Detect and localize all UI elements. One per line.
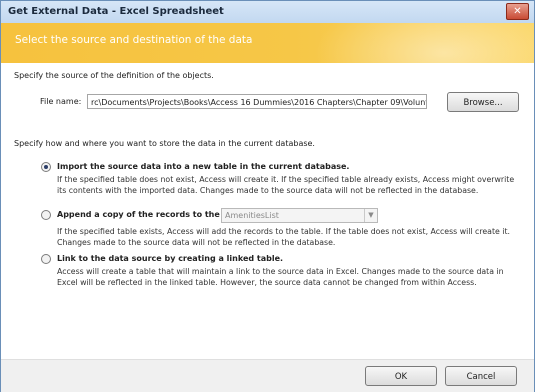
append-table-combo[interactable]: AmenitiesList ▼ bbox=[221, 208, 378, 223]
dialog-footer: OK Cancel bbox=[1, 359, 534, 392]
source-instruction: Specify the source of the definition of … bbox=[14, 71, 214, 80]
cancel-button[interactable]: Cancel bbox=[445, 366, 517, 386]
link-option-description: Access will create a table that will mai… bbox=[57, 267, 504, 287]
import-option-label[interactable]: Import the source data into a new table … bbox=[57, 162, 349, 171]
link-option-label[interactable]: Link to the data source by creating a li… bbox=[57, 254, 283, 263]
append-option-description: If the specified table exists, Access wi… bbox=[57, 227, 510, 247]
banner-decoration bbox=[314, 23, 534, 63]
title-bar[interactable]: Get External Data - Excel Spreadsheet ✕ bbox=[1, 1, 534, 23]
ok-button[interactable]: OK bbox=[365, 366, 437, 386]
append-radio[interactable] bbox=[41, 210, 51, 220]
banner-title: Select the source and destination of the… bbox=[15, 34, 253, 46]
link-radio[interactable] bbox=[41, 254, 51, 264]
window-title: Get External Data - Excel Spreadsheet bbox=[8, 6, 224, 17]
file-name-input[interactable]: rc\Documents\Projects\Books\Access 16 Du… bbox=[87, 94, 427, 109]
import-radio[interactable] bbox=[41, 162, 51, 172]
storage-instruction: Specify how and where you want to store … bbox=[14, 139, 315, 148]
file-name-label: File name: bbox=[40, 97, 82, 106]
append-table-value: AmenitiesList bbox=[225, 211, 279, 220]
dialog-content: Specify the source of the definition of … bbox=[1, 63, 534, 359]
import-option-description: If the specified table does not exist, A… bbox=[57, 175, 515, 195]
close-icon: ✕ bbox=[513, 6, 522, 17]
chevron-down-icon[interactable]: ▼ bbox=[364, 209, 377, 222]
browse-button[interactable]: Browse... bbox=[447, 92, 519, 112]
close-button[interactable]: ✕ bbox=[506, 3, 529, 20]
header-banner: Select the source and destination of the… bbox=[1, 23, 534, 63]
dialog-window: Get External Data - Excel Spreadsheet ✕ … bbox=[0, 0, 535, 392]
